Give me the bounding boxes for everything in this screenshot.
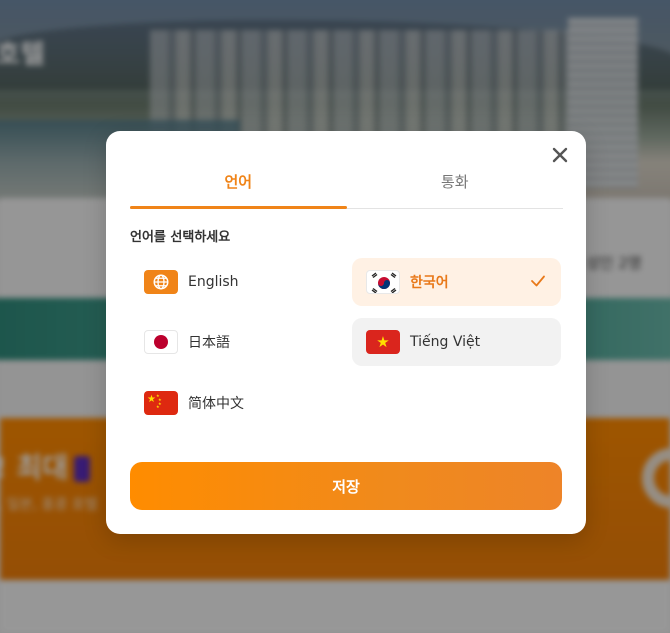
svg-text:★: ★ [147,394,156,405]
tab-language[interactable]: 언어 [130,159,347,209]
save-button[interactable]: 저장 [130,462,562,510]
check-icon [531,275,545,287]
modal-tabs: 언어 통화 [130,159,563,209]
language-option-vietnamese[interactable]: ★ Tiếng Việt [352,318,561,366]
language-option-chinese[interactable]: ★ ★ ★ ★ ★ 简体中文 [130,379,339,427]
language-currency-modal: 언어 통화 언어를 선택하세요 English 한국어 日本語 ★ Tiếng … [106,131,586,534]
flag-vietnam-icon: ★ [366,330,400,354]
language-label: 简体中文 [188,396,244,412]
globe-icon [144,270,178,294]
flag-japan-icon [144,330,178,354]
language-label: Tiếng Việt [410,334,481,350]
tab-currency[interactable]: 통화 [347,159,564,208]
language-option-japanese[interactable]: 日本語 [130,318,339,366]
language-label: 日本語 [188,335,230,351]
language-label: 한국어 [410,275,449,291]
language-option-english[interactable]: English [130,258,339,306]
section-label: 언어를 선택하세요 [130,230,231,245]
flag-korea-icon [366,270,400,294]
language-option-korean[interactable]: 한국어 [352,258,561,306]
flag-china-icon: ★ ★ ★ ★ ★ [144,391,178,415]
language-label: English [188,274,239,290]
svg-text:★: ★ [156,404,160,409]
